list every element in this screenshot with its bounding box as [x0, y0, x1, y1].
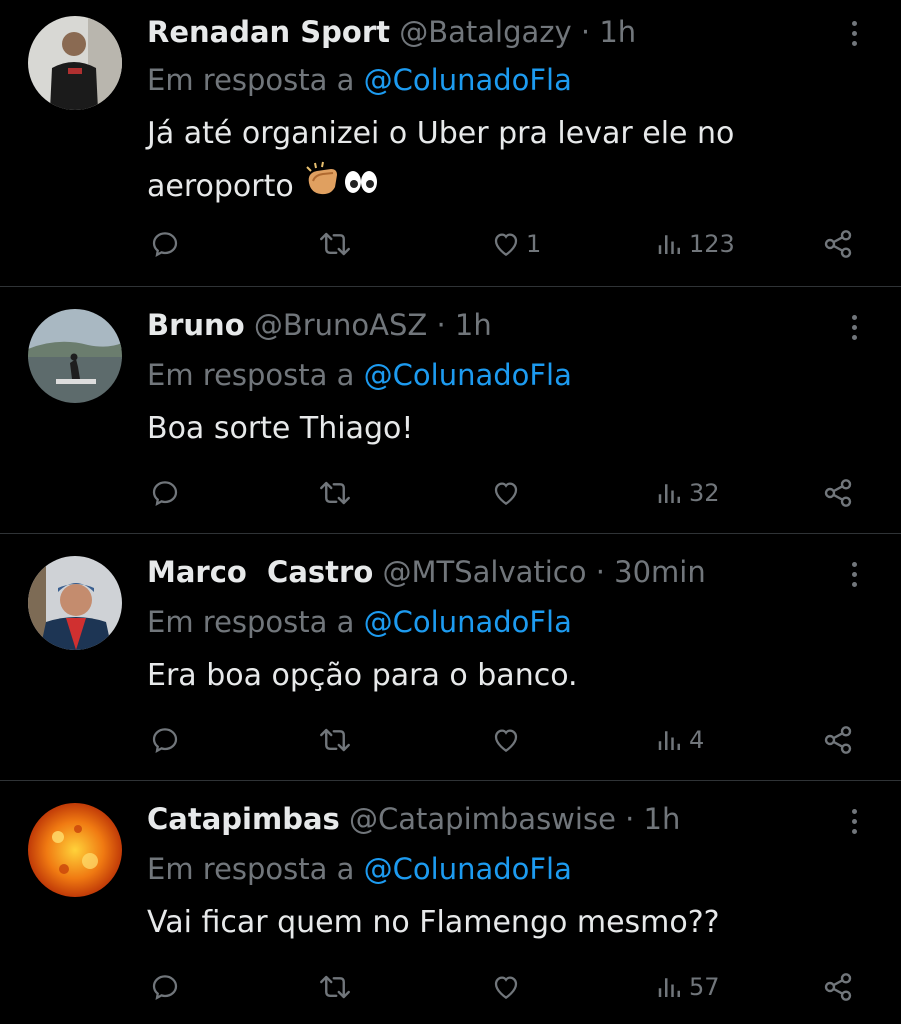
timestamp[interactable]: · 1h: [625, 802, 680, 836]
reply-icon: [152, 232, 178, 258]
author-name[interactable]: Catapimbas: [147, 802, 340, 836]
tweet-actions: 4: [0, 720, 901, 760]
views-icon: [658, 731, 680, 750]
author-name[interactable]: Marco Castro: [147, 555, 373, 589]
reply-icon: [152, 975, 178, 1001]
retweet-icon: [320, 975, 350, 999]
share-icon: [824, 230, 852, 258]
reply-prefix: Em resposta a: [147, 605, 355, 639]
like-button[interactable]: 1: [490, 224, 541, 264]
author-name[interactable]: Bruno: [147, 308, 245, 342]
retweet-button[interactable]: [318, 224, 352, 264]
tweet-text: Era boa opção para o banco.: [147, 658, 578, 693]
avatar[interactable]: [28, 309, 122, 403]
more-icon[interactable]: [840, 801, 868, 841]
timestamp[interactable]: · 30min: [596, 555, 706, 589]
avatar[interactable]: [28, 803, 122, 897]
clapping-hands-emoji: [303, 161, 343, 214]
author-handle[interactable]: @BrunoASZ: [254, 308, 427, 342]
tweet-actions: 57: [0, 967, 901, 1007]
tweet-text-line: aeroporto: [147, 160, 827, 214]
more-icon[interactable]: [840, 13, 868, 53]
reply-prefix: Em resposta a: [147, 63, 355, 97]
timestamp[interactable]: · 1h: [437, 308, 492, 342]
like-icon: [494, 482, 518, 505]
reply-button[interactable]: [150, 720, 180, 760]
views-button[interactable]: 4: [655, 720, 704, 760]
views-icon: [658, 978, 680, 997]
reply-mention[interactable]: @ColunadoFla: [364, 63, 572, 97]
like-icon: [494, 729, 518, 752]
tweet-text-word: aeroporto: [147, 169, 294, 204]
author-name[interactable]: Renadan Sport: [147, 15, 390, 49]
tweet[interactable]: Catapimbas @Catapimbaswise · 1h Em respo…: [0, 781, 901, 1024]
like-button[interactable]: [490, 473, 526, 513]
views-count: 123: [689, 230, 735, 258]
reply-mention[interactable]: @ColunadoFla: [364, 358, 572, 392]
share-button[interactable]: [822, 473, 854, 513]
share-button[interactable]: [822, 967, 854, 1007]
reply-icon: [152, 481, 178, 507]
like-icon: [494, 233, 518, 256]
like-icon: [494, 976, 518, 999]
share-button[interactable]: [822, 720, 854, 760]
tweet-text: Vai ficar quem no Flamengo mesmo??: [147, 905, 720, 940]
share-icon: [824, 973, 852, 1001]
author-handle[interactable]: @Catapimbaswise: [349, 802, 616, 836]
tweet[interactable]: Renadan Sport @Batalgazy · 1h Em respost…: [0, 0, 901, 286]
views-icon: [658, 484, 680, 503]
views-button[interactable]: 32: [655, 473, 720, 513]
retweet-button[interactable]: [318, 720, 352, 760]
tweet-text-line: Já até organizei o Uber pra levar ele no: [147, 116, 735, 151]
tweet[interactable]: Bruno @BrunoASZ · 1h Em resposta a @Colu…: [0, 287, 901, 533]
like-button[interactable]: [490, 967, 526, 1007]
views-icon: [658, 235, 680, 254]
reply-icon: [152, 728, 178, 754]
retweet-icon: [320, 728, 350, 752]
author-handle[interactable]: @Batalgazy: [399, 15, 571, 49]
eyes-emoji: [343, 161, 379, 214]
retweet-button[interactable]: [318, 473, 352, 513]
share-button[interactable]: [822, 224, 854, 264]
tweet-actions: 32: [0, 473, 901, 513]
tweet[interactable]: Marco Castro @MTSalvatico · 30min Em res…: [0, 534, 901, 780]
tweet-actions: 1 123: [0, 224, 901, 264]
reply-prefix: Em resposta a: [147, 358, 355, 392]
author-handle[interactable]: @MTSalvatico: [382, 555, 586, 589]
like-button[interactable]: [490, 720, 526, 760]
share-icon: [824, 479, 852, 507]
views-count: 32: [689, 479, 720, 507]
reply-mention[interactable]: @ColunadoFla: [364, 852, 572, 886]
retweet-button[interactable]: [318, 967, 352, 1007]
more-icon[interactable]: [840, 554, 868, 594]
reply-button[interactable]: [150, 473, 180, 513]
tweet-text: Já até organizei o Uber pra levar ele no…: [147, 107, 827, 214]
share-icon: [824, 726, 852, 754]
timestamp[interactable]: · 1h: [581, 15, 636, 49]
more-icon[interactable]: [840, 307, 868, 347]
reply-button[interactable]: [150, 224, 180, 264]
views-count: 57: [689, 973, 720, 1001]
avatar[interactable]: [28, 556, 122, 650]
views-count: 4: [689, 726, 705, 754]
retweet-icon: [320, 232, 350, 256]
avatar[interactable]: [28, 16, 122, 110]
views-button[interactable]: 123: [655, 224, 735, 264]
tweet-text: Boa sorte Thiago!: [147, 411, 414, 446]
views-button[interactable]: 57: [655, 967, 720, 1007]
reply-prefix: Em resposta a: [147, 852, 355, 886]
like-count: 1: [526, 230, 542, 258]
retweet-icon: [320, 481, 350, 505]
reply-button[interactable]: [150, 967, 180, 1007]
reply-mention[interactable]: @ColunadoFla: [364, 605, 572, 639]
